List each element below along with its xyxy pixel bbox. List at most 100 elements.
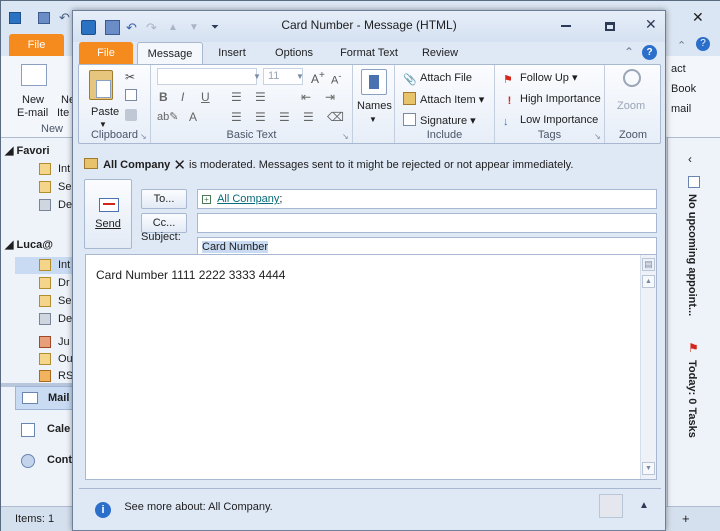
new-email-icon[interactable] [21, 64, 47, 86]
acct-folder-drafts[interactable]: Dr [58, 277, 70, 289]
help-icon[interactable]: ? [642, 45, 657, 60]
nav-mail-button[interactable]: Mail [15, 386, 73, 410]
decrease-indent-icon[interactable]: ⇤ [301, 90, 311, 104]
format-painter-icon[interactable] [125, 109, 137, 121]
names-dropdown-icon[interactable]: ▼ [369, 113, 377, 127]
align-left-icon[interactable]: ☰ [231, 110, 242, 124]
to-button[interactable]: To... [141, 189, 187, 209]
attach-item-button[interactable]: Attach Item ▾ [403, 92, 484, 107]
names-button[interactable]: Names [357, 99, 392, 113]
shrink-font-icon[interactable]: A- [331, 69, 341, 88]
highlight-icon[interactable]: ab✎ [157, 110, 178, 124]
address-book-partial[interactable]: Book [671, 83, 696, 95]
favorites-header[interactable]: ◢ Favori [5, 144, 50, 157]
tab-options[interactable]: Options [263, 42, 325, 64]
basic-text-group-label: Basic Text [226, 129, 277, 141]
cc-button[interactable]: Cc... [141, 213, 187, 233]
contact-search-partial[interactable]: act [671, 63, 686, 75]
justify-icon[interactable]: ☰ [303, 110, 314, 124]
address-book-icon[interactable] [361, 69, 387, 95]
zoom-magnifier-icon[interactable] [623, 69, 641, 87]
zoom-plus-icon[interactable]: + [682, 511, 690, 526]
maximize-icon[interactable] [605, 22, 615, 31]
acct-folder-rss[interactable]: RS [58, 370, 73, 382]
paste-button[interactable]: Paste [91, 105, 119, 119]
tab-message[interactable]: Message [137, 42, 203, 64]
see-more-about[interactable]: See more about: All Company. [124, 501, 272, 513]
undo-icon[interactable]: ↶ [59, 10, 70, 26]
minimize-ribbon-icon[interactable]: ⌃ [624, 45, 634, 59]
align-right-icon[interactable]: ☰ [279, 110, 290, 124]
main-file-tab[interactable]: File [9, 34, 64, 56]
copy-icon[interactable] [125, 89, 137, 101]
bold-icon[interactable]: B [159, 90, 168, 104]
tab-file[interactable]: File [79, 42, 133, 64]
new-email-label-1[interactable]: New [22, 94, 44, 106]
fav-folder-sent[interactable]: Se [58, 181, 71, 193]
scroll-up-icon[interactable]: ▲ [642, 275, 655, 288]
tab-format-text[interactable]: Format Text [331, 42, 407, 64]
minimize-icon[interactable] [561, 25, 571, 27]
main-help-icon[interactable]: ? [696, 37, 710, 51]
fav-folder-inbox[interactable]: Int [58, 163, 70, 175]
font-name-dropdown-icon[interactable]: ▼ [253, 70, 261, 84]
ruler-icon[interactable]: ▤ [642, 258, 655, 271]
numbering-icon[interactable]: ☰ [255, 90, 266, 104]
expand-group-icon[interactable]: + [202, 195, 211, 204]
acct-folder-inbox[interactable]: Int [58, 259, 70, 271]
low-importance-button[interactable]: ↓ Low Importance [503, 113, 598, 128]
tags-group: ⚑ Follow Up ▾ ! High Importance ↓ Low Impor… [495, 65, 605, 143]
zoom-button[interactable]: Zoom [617, 99, 645, 113]
bullets-icon[interactable]: ☰ [231, 90, 242, 104]
cut-icon[interactable]: ✂ [125, 70, 135, 84]
tab-insert[interactable]: Insert [207, 42, 257, 64]
attach-file-button[interactable]: 📎 Attach File [403, 71, 472, 86]
expand-people-pane-icon[interactable]: ▲ [639, 489, 649, 523]
subject-value: Card Number [202, 241, 269, 253]
to-field[interactable]: + All Company; [197, 189, 657, 209]
message-body[interactable]: Card Number 1111 2222 3333 4444 ▤ ▲ ▼ [85, 254, 657, 480]
acct-folder-outbox[interactable]: Ou [58, 353, 73, 365]
filter-email-partial[interactable]: mail [671, 103, 691, 115]
body-scrollbar[interactable]: ▤ ▲ ▼ [640, 255, 656, 479]
moderated-group-name: All Company [103, 159, 171, 171]
fav-folder-deleted[interactable]: De [58, 199, 72, 211]
new-email-label-2[interactable]: E-mail [17, 107, 48, 119]
clipboard-launcher-icon[interactable]: ↘ [140, 130, 147, 144]
acct-folder-junk[interactable]: Ju [58, 336, 70, 348]
main-minimize-ribbon-icon[interactable]: ⌃ [677, 39, 686, 52]
todo-collapse-icon[interactable]: ‹ [688, 152, 692, 166]
nav-calendar-button[interactable]: Cale [15, 418, 73, 442]
send-button[interactable]: Send [84, 179, 132, 249]
tags-launcher-icon[interactable]: ↘ [594, 130, 601, 144]
align-center-icon[interactable]: ☰ [255, 110, 266, 124]
acct-folder-deleted[interactable]: De [58, 313, 72, 325]
follow-up-button[interactable]: ⚑ Follow Up ▾ [503, 71, 577, 86]
cc-field[interactable] [197, 213, 657, 233]
paste-icon[interactable] [89, 70, 113, 100]
tab-review[interactable]: Review [413, 42, 467, 64]
new-items-label-2[interactable]: Ite [57, 107, 69, 119]
basic-text-launcher-icon[interactable]: ↘ [342, 130, 349, 144]
grow-font-icon[interactable]: A+ [311, 69, 325, 86]
close-icon[interactable]: ✕ [692, 9, 704, 26]
account-header[interactable]: ◢ Luca@ [5, 238, 53, 251]
close-icon[interactable]: ✕ [645, 17, 661, 31]
font-name-combo[interactable] [157, 68, 257, 85]
scroll-down-icon[interactable]: ▼ [642, 462, 655, 475]
acct-folder-sent[interactable]: Se [58, 295, 71, 307]
increase-indent-icon[interactable]: ⇥ [325, 90, 335, 104]
save-icon[interactable] [38, 12, 50, 24]
moderation-infobar: All Company ✕ is moderated. Messages sen… [79, 154, 661, 176]
contact-avatar[interactable] [599, 494, 623, 518]
italic-icon[interactable]: I [181, 90, 184, 104]
to-recipient[interactable]: All Company [217, 193, 279, 205]
font-size-dropdown-icon[interactable]: ▼ [296, 70, 304, 84]
signature-button[interactable]: Signature ▾ [403, 113, 476, 128]
underline-icon[interactable]: U [201, 90, 210, 104]
high-importance-button[interactable]: ! High Importance [503, 92, 601, 107]
nav-contacts-button[interactable]: Cont [15, 449, 73, 473]
font-color-icon[interactable]: A [189, 110, 197, 124]
body-text[interactable]: Card Number 1111 2222 3333 4444 [96, 268, 285, 282]
clear-formatting-icon[interactable]: ⌫ [327, 110, 344, 124]
